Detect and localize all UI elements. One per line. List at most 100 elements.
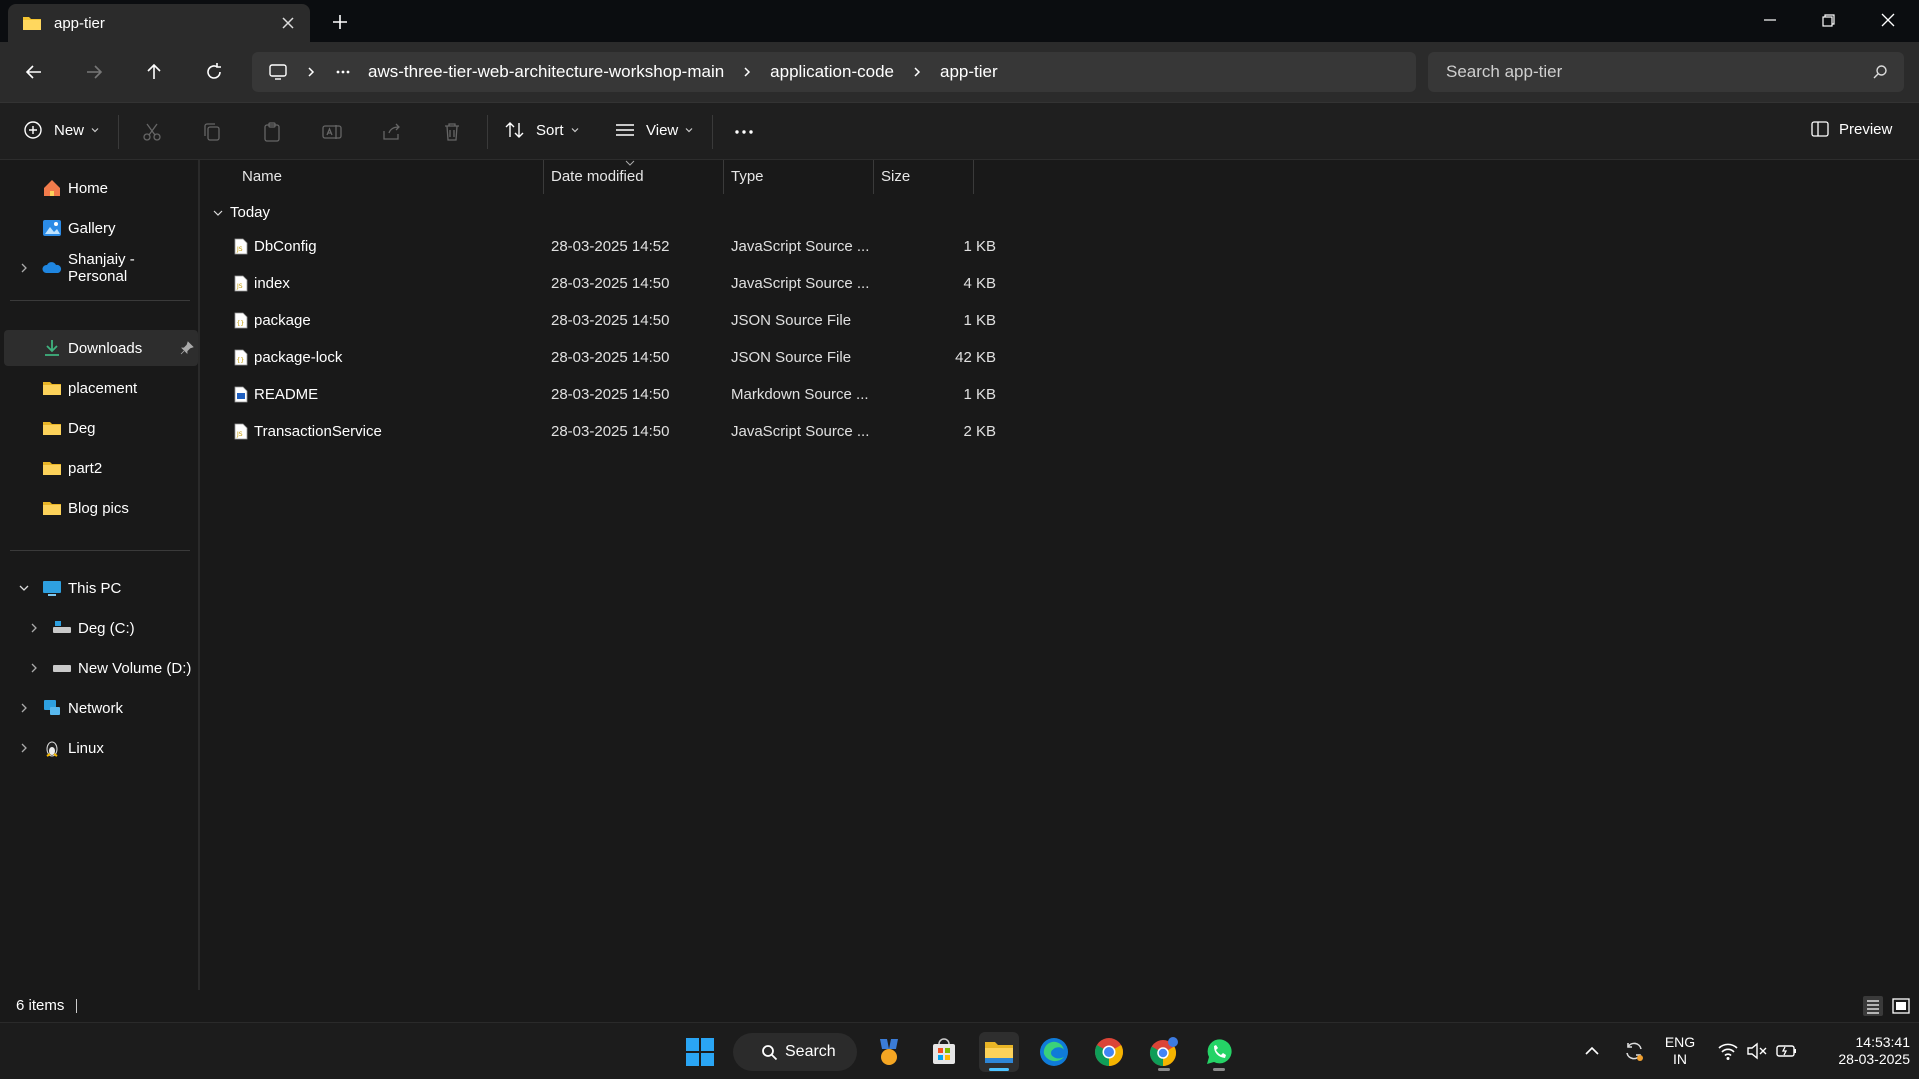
copy-icon[interactable]	[201, 121, 223, 143]
clock[interactable]: 14:53:41 28-03-2025	[1810, 1034, 1910, 1068]
folder-icon	[43, 462, 61, 475]
breadcrumb-item[interactable]: application-code	[770, 62, 894, 82]
sidebar-item-deg[interactable]: Deg	[4, 410, 198, 446]
view-button[interactable]: View	[614, 119, 694, 141]
taskbar-file-explorer[interactable]	[979, 1032, 1019, 1072]
rename-icon[interactable]	[321, 121, 343, 143]
breadcrumb-item[interactable]: aws-three-tier-web-architecture-workshop…	[368, 62, 724, 82]
chrome-profile-icon	[1149, 1037, 1178, 1067]
forward-icon[interactable]	[82, 60, 106, 84]
sidebar-item-downloads[interactable]: Downloads	[4, 330, 198, 366]
search-icon[interactable]	[1872, 64, 1888, 80]
sidebar-item-drive-d[interactable]: New Volume (D:)	[4, 650, 198, 686]
chevron-right-icon[interactable]	[740, 65, 754, 79]
back-icon[interactable]	[22, 60, 46, 84]
close-window-icon[interactable]	[1876, 8, 1900, 32]
close-tab-icon[interactable]	[280, 15, 296, 31]
share-icon[interactable]	[381, 121, 403, 143]
paste-icon[interactable]	[261, 121, 283, 143]
cut-icon[interactable]	[141, 121, 163, 143]
up-icon[interactable]	[142, 60, 166, 84]
details-view-icon[interactable]	[1862, 995, 1884, 1017]
refresh-icon[interactable]	[202, 60, 226, 84]
monitor-icon[interactable]	[268, 62, 288, 82]
column-divider[interactable]	[973, 160, 974, 194]
file-row[interactable]: JS DbConfig 28-03-2025 14:52 JavaScript …	[224, 232, 1176, 262]
breadcrumb-item[interactable]: app-tier	[940, 62, 998, 82]
minimize-icon[interactable]	[1758, 8, 1782, 32]
column-header-type[interactable]: Type	[731, 168, 764, 185]
sidebar-item-home[interactable]: Home	[4, 170, 198, 206]
pin-icon[interactable]	[180, 341, 194, 355]
chevron-up-icon[interactable]	[1584, 1043, 1600, 1059]
chevron-right-icon[interactable]	[28, 622, 40, 634]
taskbar-widgets[interactable]	[869, 1032, 909, 1072]
more-options-icon[interactable]	[733, 121, 755, 143]
more-crumbs-icon[interactable]	[334, 63, 352, 81]
battery-icon[interactable]	[1776, 1041, 1798, 1061]
sidebar-item-gallery[interactable]: Gallery	[4, 210, 198, 246]
restore-icon[interactable]	[1816, 8, 1840, 32]
sort-button[interactable]: Sort	[504, 119, 580, 141]
chevron-down-icon	[91, 128, 99, 133]
sidebar-divider	[10, 300, 190, 301]
new-tab-icon[interactable]	[330, 12, 350, 32]
taskbar-store[interactable]	[924, 1032, 964, 1072]
clock-date: 28-03-2025	[1838, 1051, 1910, 1067]
sidebar-item-this-pc[interactable]: This PC	[4, 570, 198, 606]
toolbar-divider	[118, 115, 119, 149]
wifi-icon[interactable]	[1717, 1041, 1739, 1061]
svg-text:{}: {}	[237, 320, 245, 327]
running-indicator	[1158, 1068, 1170, 1071]
delete-icon[interactable]	[441, 121, 463, 143]
chevron-right-icon[interactable]	[18, 262, 30, 274]
file-type: JavaScript Source ...	[731, 238, 870, 255]
svg-text:JS: JS	[236, 246, 243, 253]
column-divider[interactable]	[543, 160, 544, 194]
sidebar-item-part2[interactable]: part2	[4, 450, 198, 486]
tab-title: app-tier	[54, 14, 105, 32]
sidebar-item-label: Deg (C:)	[78, 619, 135, 637]
sidebar-item-label: Downloads	[68, 339, 143, 357]
taskbar-search-button[interactable]: Search	[733, 1033, 857, 1071]
start-button[interactable]	[680, 1032, 720, 1072]
preview-button[interactable]: Preview	[1810, 119, 1892, 139]
file-row[interactable]: README 28-03-2025 14:50 Markdown Source …	[224, 380, 1176, 410]
sidebar-item-label: Network	[68, 699, 124, 717]
column-header-size[interactable]: Size	[881, 168, 910, 185]
chevron-right-icon[interactable]	[910, 65, 924, 79]
new-button[interactable]: New	[22, 119, 100, 141]
sidebar-item-blog-pics[interactable]: Blog pics	[4, 490, 198, 526]
volume-muted-icon[interactable]	[1746, 1041, 1768, 1061]
view-icon	[616, 124, 634, 136]
file-row[interactable]: JS TransactionService 28-03-2025 14:50 J…	[224, 417, 1176, 447]
file-row[interactable]: {} package 28-03-2025 14:50 JSON Source …	[224, 306, 1176, 336]
chevron-right-icon[interactable]	[28, 662, 40, 674]
column-divider[interactable]	[723, 160, 724, 194]
taskbar-whatsapp[interactable]	[1199, 1032, 1239, 1072]
address-bar[interactable]: aws-three-tier-web-architecture-workshop…	[252, 52, 1416, 92]
sidebar-item-placement[interactable]: placement	[4, 370, 198, 406]
tiles-view-icon[interactable]	[1890, 995, 1912, 1017]
chevron-right-icon[interactable]	[18, 742, 30, 754]
sidebar-item-onedrive[interactable]: Shanjaiy - Personal	[4, 250, 198, 286]
column-header-date[interactable]: Date modified	[551, 168, 644, 185]
sync-icon[interactable]	[1622, 1039, 1646, 1063]
file-date: 28-03-2025 14:50	[551, 312, 670, 329]
chevron-right-icon[interactable]	[18, 702, 30, 714]
language-indicator[interactable]: ENG IN	[1660, 1034, 1700, 1068]
sidebar-item-network[interactable]: Network	[4, 690, 198, 726]
sidebar-item-linux[interactable]: Linux	[4, 730, 198, 766]
column-divider[interactable]	[873, 160, 874, 194]
file-row[interactable]: JS index 28-03-2025 14:50 JavaScript Sou…	[224, 269, 1176, 299]
chevron-down-icon[interactable]	[18, 582, 30, 594]
column-header-name[interactable]: Name	[242, 168, 282, 185]
taskbar-chrome-profile[interactable]	[1144, 1032, 1184, 1072]
sidebar-item-drive-c[interactable]: Deg (C:)	[4, 610, 198, 646]
tab-app-tier[interactable]: app-tier	[8, 4, 310, 42]
file-row[interactable]: {} package-lock 28-03-2025 14:50 JSON So…	[224, 343, 1176, 373]
group-header-today[interactable]: Today	[212, 204, 270, 221]
taskbar-edge[interactable]	[1034, 1032, 1074, 1072]
search-input[interactable]: Search app-tier	[1428, 52, 1904, 92]
taskbar-chrome[interactable]	[1089, 1032, 1129, 1072]
